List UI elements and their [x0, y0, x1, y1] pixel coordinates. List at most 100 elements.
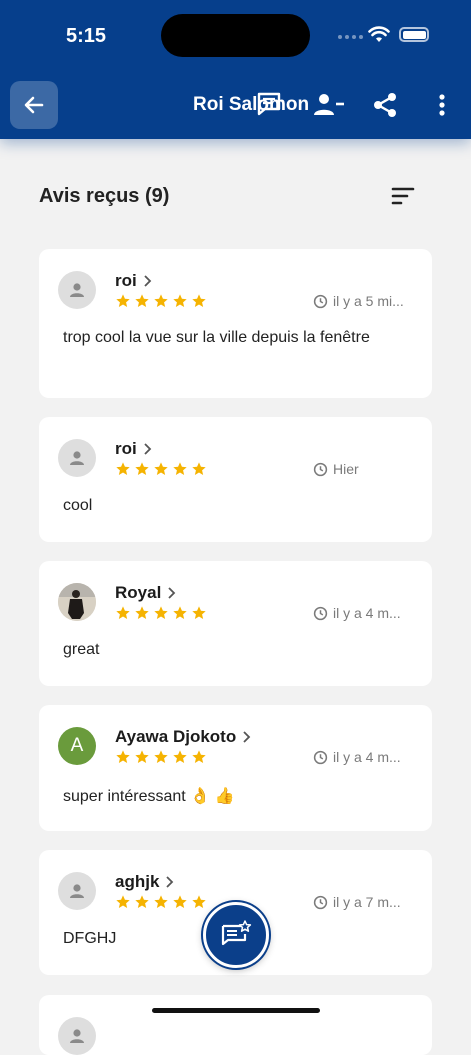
write-review-button[interactable]: [203, 902, 269, 968]
avatar[interactable]: [58, 271, 96, 309]
person-icon: [70, 283, 84, 297]
reviewer-name: Royal: [115, 583, 162, 602]
battery-icon: [399, 27, 429, 42]
person-remove-icon: [314, 94, 344, 115]
person-icon: [70, 884, 84, 898]
review-time-text: Hier: [333, 461, 359, 477]
star-rating: [115, 894, 207, 910]
review-text: great: [63, 641, 100, 658]
share-icon: [374, 93, 396, 117]
clock-icon: [313, 606, 328, 620]
page-title: Roi Salomon: [193, 94, 310, 115]
more-options-button[interactable]: [432, 92, 452, 118]
app-header: 5:15 Roi Salomon: [0, 0, 471, 139]
clock-icon: [313, 294, 328, 308]
star-rating: [115, 749, 207, 765]
signal-icon: [338, 35, 363, 39]
avatar[interactable]: [58, 583, 96, 621]
sort-icon[interactable]: [391, 186, 415, 206]
star-icon: [192, 895, 206, 908]
review-star-icon: [221, 920, 252, 946]
star-icon: [116, 294, 130, 307]
arrow-left-icon: [24, 96, 44, 114]
reviewer-link[interactable]: roi: [115, 439, 153, 459]
star-icon: [173, 462, 187, 475]
star-icon: [192, 294, 206, 307]
chevron-right-icon: [144, 275, 152, 287]
star-icon: [154, 462, 168, 475]
remove-friend-button[interactable]: [313, 91, 345, 119]
review-time-text: il y a 4 m...: [333, 749, 401, 765]
star-icon: [135, 462, 149, 475]
star-icon: [116, 750, 130, 763]
home-indicator: [152, 1008, 320, 1013]
review-time: il y a 7 m...: [313, 894, 401, 910]
reviewer-link[interactable]: aghjk: [115, 872, 175, 892]
review-time: il y a 4 m...: [313, 749, 401, 765]
avatar[interactable]: [58, 872, 96, 910]
star-icon: [135, 750, 149, 763]
star-rating: [115, 293, 207, 309]
reviewer-link[interactable]: Royal: [115, 583, 177, 603]
review-time-text: il y a 7 m...: [333, 894, 401, 910]
avatar-letter: A: [70, 735, 84, 756]
star-icon: [154, 294, 168, 307]
star-icon: [173, 895, 187, 908]
review-text: cool: [63, 497, 93, 514]
star-icon: [192, 606, 206, 619]
review-time: Hier: [313, 461, 359, 477]
chevron-right-icon: [166, 876, 174, 888]
status-time: 5:15: [66, 25, 107, 47]
review-text: super intéressant 👌 👍: [63, 788, 235, 805]
chat-icon: [257, 92, 281, 116]
review-time-text: il y a 4 m...: [333, 605, 401, 621]
star-icon: [135, 895, 149, 908]
chevron-right-icon: [144, 443, 152, 455]
person-icon: [70, 1029, 84, 1043]
star-icon: [173, 294, 187, 307]
star-icon: [154, 750, 168, 763]
star-icon: [135, 606, 149, 619]
reviewer-link[interactable]: Ayawa Djokoto: [115, 727, 252, 747]
review-card: [39, 995, 432, 1055]
star-icon: [192, 462, 206, 475]
star-icon: [154, 606, 168, 619]
reviewer-name: roi: [115, 271, 137, 290]
share-button[interactable]: [370, 90, 400, 120]
reviewer-link[interactable]: roi: [115, 271, 153, 291]
chevron-right-icon: [168, 587, 176, 599]
star-icon: [154, 895, 168, 908]
star-icon: [116, 462, 130, 475]
person-icon: [70, 451, 84, 465]
avatar[interactable]: A: [58, 727, 96, 765]
review-time: il y a 4 m...: [313, 605, 401, 621]
star-icon: [173, 606, 187, 619]
star-icon: [116, 606, 130, 619]
wifi-icon: [368, 26, 390, 42]
reviewer-name: aghjk: [115, 872, 160, 891]
dynamic-island: [161, 14, 310, 57]
star-icon: [135, 294, 149, 307]
review-card: roi il y a 5 mi... trop cool la vue sur …: [39, 249, 432, 398]
profile-photo-icon: [58, 583, 96, 621]
reviewer-name: roi: [115, 439, 137, 458]
review-card: A Ayawa Djokoto il y a 4 m... super inté…: [39, 705, 432, 831]
review-card: Royal il y a 4 m... great: [39, 561, 432, 686]
clock-icon: [313, 462, 328, 476]
star-icon: [116, 895, 130, 908]
chevron-right-icon: [243, 731, 251, 743]
clock-icon: [313, 750, 328, 764]
star-rating: [115, 605, 207, 621]
avatar[interactable]: [58, 1017, 96, 1055]
review-card: roi Hier cool: [39, 417, 432, 542]
review-time: il y a 5 mi...: [313, 293, 404, 309]
more-vertical-icon: [439, 94, 445, 116]
reviews-heading: Avis reçus (9): [39, 185, 170, 207]
star-icon: [192, 750, 206, 763]
review-time-text: il y a 5 mi...: [333, 293, 404, 309]
avatar[interactable]: [58, 439, 96, 477]
reviewer-name: Ayawa Djokoto: [115, 727, 237, 746]
message-button[interactable]: [254, 89, 284, 119]
back-button[interactable]: [10, 81, 58, 129]
clock-icon: [313, 895, 328, 909]
